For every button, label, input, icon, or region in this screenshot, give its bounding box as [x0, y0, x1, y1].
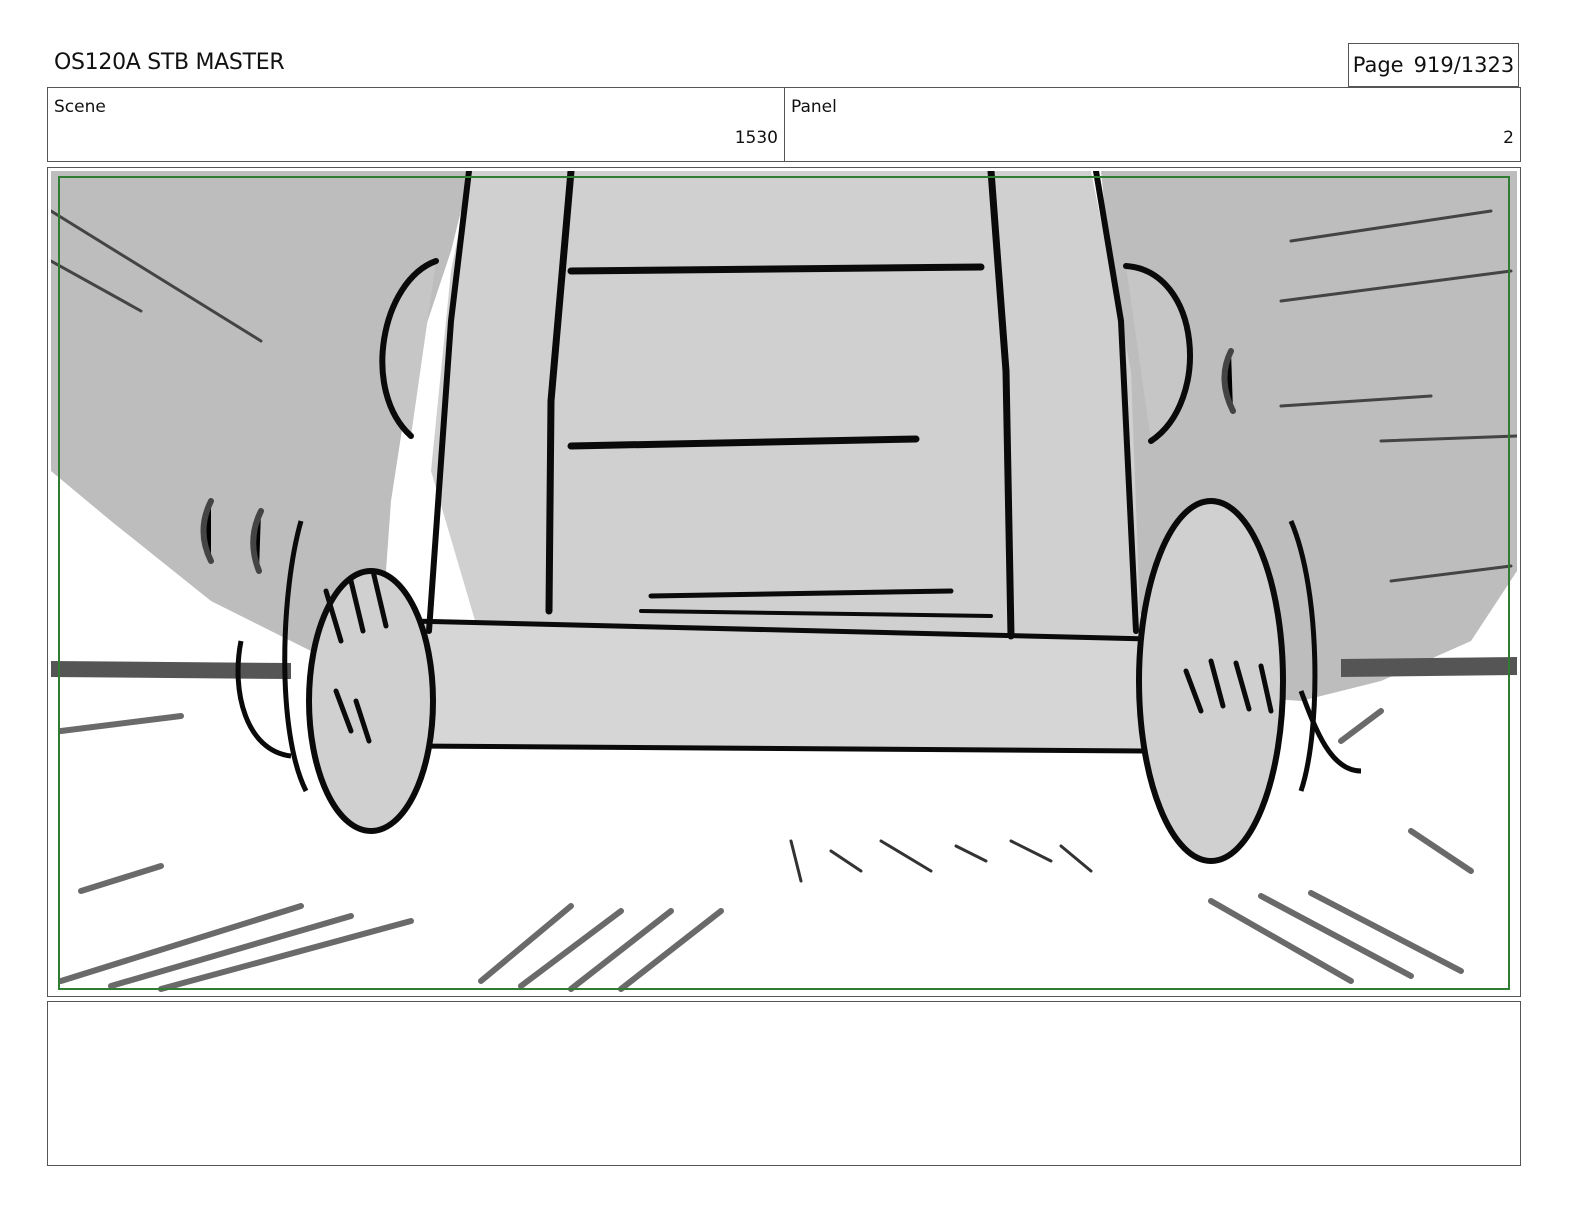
page-number: 919/1323 [1413, 53, 1515, 77]
page-label: Page [1352, 53, 1404, 77]
panel-number: 2 [1503, 128, 1514, 148]
scene-label: Scene [54, 97, 106, 117]
page-counter: Page 919/1323 [1348, 43, 1519, 87]
panel-cell: Panel 2 [785, 88, 1520, 161]
storyboard-frame [47, 167, 1521, 997]
scene-cell: Scene 1530 [48, 88, 785, 161]
storyboard-sketch [51, 171, 1517, 993]
notes-box [47, 1001, 1521, 1166]
document-title: OS120A STB MASTER [54, 50, 285, 75]
scene-number: 1530 [734, 128, 778, 148]
panel-label: Panel [791, 97, 837, 117]
scene-panel-info: Scene 1530 Panel 2 [47, 87, 1521, 162]
